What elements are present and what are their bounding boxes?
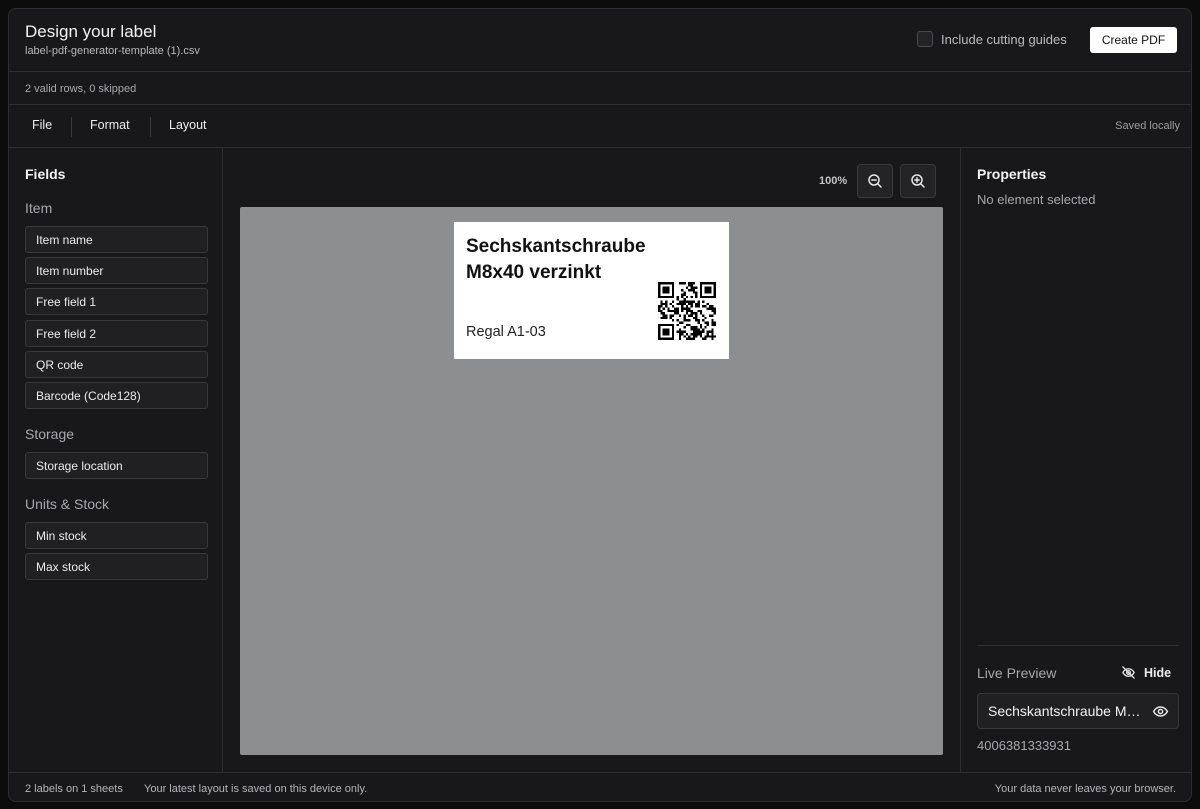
divider — [977, 645, 1179, 646]
labels-count: 2 labels on 1 sheets — [25, 783, 123, 795]
save-status: Saved locally — [1115, 120, 1180, 132]
preview-item-code: 4006381333931 — [977, 738, 1071, 753]
zoom-in-button[interactable] — [900, 164, 936, 198]
field-barcode-code128[interactable]: Barcode (Code128) — [25, 382, 208, 409]
field-min-stock[interactable]: Min stock — [25, 522, 208, 549]
properties-empty-state: No element selected — [977, 192, 1096, 207]
preview-item-card[interactable]: Sechskantschraube M8x40 verzinkt — [977, 693, 1179, 729]
qr-code-icon[interactable] — [658, 282, 716, 340]
app-window: Design your label label-pdf-generator-te… — [8, 8, 1192, 802]
canvas-area: 100% Sechskantschraube M8x40 verzinkt Re… — [223, 148, 960, 772]
menu-divider — [150, 117, 151, 137]
cutting-guides-toggle[interactable]: Include cutting guides — [917, 31, 1067, 47]
properties-panel: Properties No element selected Live Prev… — [960, 148, 1191, 772]
label-sheet[interactable]: Sechskantschraube M8x40 verzinkt Regal A… — [240, 207, 943, 755]
fields-title: Fields — [25, 166, 66, 182]
menu-layout[interactable]: Layout — [169, 118, 207, 132]
rows-status: 2 valid rows, 0 skipped — [25, 83, 137, 95]
eye-icon[interactable] — [1152, 703, 1169, 720]
field-free-field-1[interactable]: Free field 1 — [25, 288, 208, 315]
eye-off-icon — [1122, 666, 1135, 679]
zoom-in-icon — [911, 174, 925, 188]
menu-file[interactable]: File — [32, 118, 52, 132]
label-item-name[interactable]: Sechskantschraube M8x40 verzinkt — [466, 234, 666, 286]
field-item-number[interactable]: Item number — [25, 257, 208, 284]
field-item-name[interactable]: Item name — [25, 226, 208, 253]
hide-preview-button[interactable]: Hide — [1121, 665, 1171, 680]
label-preview[interactable]: Sechskantschraube M8x40 verzinkt Regal A… — [454, 222, 729, 359]
field-qr-code[interactable]: QR code — [25, 351, 208, 378]
label-storage-location[interactable]: Regal A1-03 — [466, 324, 546, 340]
page-title: Design your label — [25, 22, 157, 41]
hide-label: Hide — [1144, 665, 1172, 680]
menu-format[interactable]: Format — [90, 118, 130, 132]
zoom-level: 100% — [819, 175, 848, 187]
preview-item-name: Sechskantschraube M8x40 verzinkt — [988, 703, 1143, 719]
cutting-guides-label: Include cutting guides — [941, 31, 1067, 47]
label-item-name-line2: M8x40 verzinkt — [466, 262, 602, 283]
properties-title: Properties — [977, 166, 1047, 182]
create-pdf-button[interactable]: Create PDF — [1090, 27, 1177, 53]
label-item-name-line1: Sechskantschraube — [466, 236, 646, 257]
import-stats-bar: 2 valid rows, 0 skipped — [9, 72, 1191, 105]
cutting-guides-checkbox[interactable] — [917, 31, 933, 47]
fields-panel: Fields Item Item name Item number Free f… — [9, 148, 223, 772]
status-footer: 2 labels on 1 sheets Your latest layout … — [9, 772, 1191, 801]
group-title-units-stock: Units & Stock — [25, 496, 110, 512]
header: Design your label label-pdf-generator-te… — [9, 9, 1191, 72]
field-max-stock[interactable]: Max stock — [25, 553, 208, 580]
live-preview-title: Live Preview — [977, 665, 1057, 681]
source-filename: label-pdf-generator-template (1).csv — [25, 45, 200, 57]
group-title-item: Item — [25, 200, 53, 216]
privacy-note: Your data never leaves your browser. — [994, 783, 1176, 795]
field-free-field-2[interactable]: Free field 2 — [25, 320, 208, 347]
group-title-storage: Storage — [25, 426, 75, 442]
zoom-out-icon — [868, 174, 882, 188]
menu-divider — [71, 117, 72, 137]
field-storage-location[interactable]: Storage location — [25, 452, 208, 479]
layout-saved-note: Your latest layout is saved on this devi… — [144, 783, 368, 795]
zoom-out-button[interactable] — [857, 164, 893, 198]
menu-bar: File Format Layout Saved locally — [9, 105, 1191, 148]
